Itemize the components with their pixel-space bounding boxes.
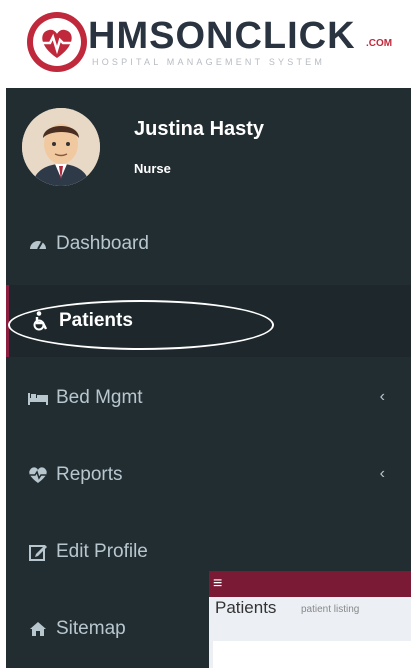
sidebar-item-label: Dashboard — [56, 233, 149, 254]
home-icon — [28, 619, 48, 639]
chevron-left-icon: ‹ — [379, 465, 385, 482]
dashboard-icon — [28, 234, 48, 254]
sidebar-item-dashboard[interactable]: Dashboard — [6, 208, 411, 280]
bed-icon — [28, 388, 48, 408]
logo-domain-suffix: .COM — [366, 38, 393, 49]
sidebar-item-label: Bed Mgmt — [56, 387, 143, 408]
user-role: Nurse — [134, 161, 171, 176]
sidebar-item-label: Reports — [56, 464, 123, 485]
content-panel: ≡ Patients patient listing — [209, 571, 411, 668]
sidebar-item-label: Sitemap — [56, 618, 126, 639]
edit-icon — [28, 542, 48, 562]
highlight-ellipse — [8, 300, 274, 350]
page-subtitle: patient listing — [301, 604, 360, 615]
top-navbar: ≡ — [209, 571, 411, 597]
user-avatar-icon — [22, 108, 100, 186]
sidebar-item-reports[interactable]: Reports ‹ — [6, 439, 411, 511]
heart-pulse-logo-icon — [27, 12, 87, 72]
chevron-left-icon: ‹ — [379, 388, 385, 405]
heartbeat-icon — [28, 465, 48, 485]
content-box — [213, 641, 411, 668]
sidebar-item-bed-mgmt[interactable]: Bed Mgmt ‹ — [6, 362, 411, 434]
user-panel: Justina Hasty Nurse — [6, 88, 411, 198]
sidebar-item-label: Edit Profile — [56, 541, 148, 562]
logo-text: HMSONCLICK — [88, 15, 356, 57]
avatar — [22, 108, 100, 186]
hamburger-menu-icon[interactable]: ≡ — [213, 574, 222, 594]
logo-header: HMSONCLICK .COM HOSPITAL MANAGEMENT SYST… — [0, 0, 411, 84]
page-title: Patients — [215, 598, 277, 617]
logo-tagline: HOSPITAL MANAGEMENT SYSTEM — [92, 57, 326, 67]
user-name: Justina Hasty — [134, 118, 265, 140]
